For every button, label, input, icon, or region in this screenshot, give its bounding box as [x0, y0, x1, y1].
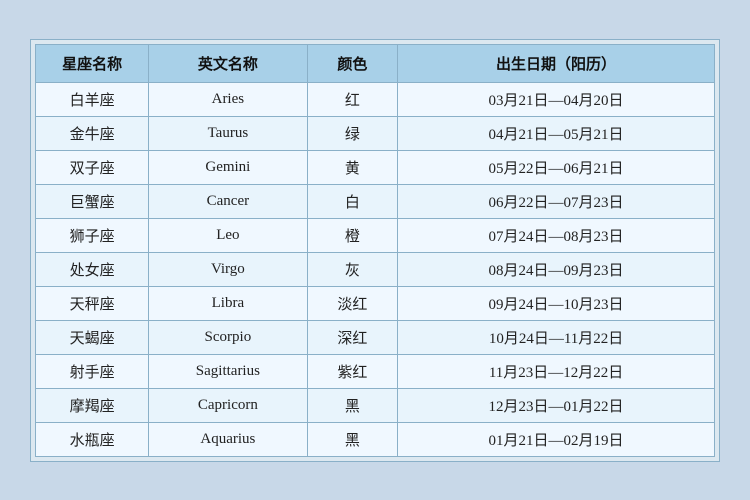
- cell-chinese-name: 白羊座: [36, 82, 149, 116]
- table-row: 双子座Gemini黄05月22日—06月21日: [36, 150, 715, 184]
- cell-date: 11月23日—12月22日: [398, 354, 715, 388]
- table-row: 狮子座Leo橙07月24日—08月23日: [36, 218, 715, 252]
- cell-english-name: Cancer: [149, 184, 307, 218]
- header-chinese-name: 星座名称: [36, 44, 149, 82]
- cell-date: 07月24日—08月23日: [398, 218, 715, 252]
- cell-english-name: Capricorn: [149, 388, 307, 422]
- table-row: 水瓶座Aquarius黑01月21日—02月19日: [36, 422, 715, 456]
- cell-chinese-name: 天蝎座: [36, 320, 149, 354]
- cell-chinese-name: 摩羯座: [36, 388, 149, 422]
- cell-date: 04月21日—05月21日: [398, 116, 715, 150]
- table-row: 金牛座Taurus绿04月21日—05月21日: [36, 116, 715, 150]
- cell-english-name: Virgo: [149, 252, 307, 286]
- cell-chinese-name: 水瓶座: [36, 422, 149, 456]
- cell-chinese-name: 处女座: [36, 252, 149, 286]
- cell-english-name: Libra: [149, 286, 307, 320]
- table-row: 天秤座Libra淡红09月24日—10月23日: [36, 286, 715, 320]
- header-color: 颜色: [307, 44, 398, 82]
- cell-english-name: Aries: [149, 82, 307, 116]
- cell-chinese-name: 巨蟹座: [36, 184, 149, 218]
- cell-date: 08月24日—09月23日: [398, 252, 715, 286]
- table-body: 白羊座Aries红03月21日—04月20日金牛座Taurus绿04月21日—0…: [36, 82, 715, 456]
- cell-chinese-name: 狮子座: [36, 218, 149, 252]
- cell-date: 09月24日—10月23日: [398, 286, 715, 320]
- cell-date: 12月23日—01月22日: [398, 388, 715, 422]
- cell-english-name: Leo: [149, 218, 307, 252]
- cell-english-name: Scorpio: [149, 320, 307, 354]
- table-row: 射手座Sagittarius紫红11月23日—12月22日: [36, 354, 715, 388]
- header-english-name: 英文名称: [149, 44, 307, 82]
- cell-english-name: Sagittarius: [149, 354, 307, 388]
- table-row: 白羊座Aries红03月21日—04月20日: [36, 82, 715, 116]
- cell-english-name: Taurus: [149, 116, 307, 150]
- cell-date: 05月22日—06月21日: [398, 150, 715, 184]
- cell-chinese-name: 天秤座: [36, 286, 149, 320]
- cell-date: 06月22日—07月23日: [398, 184, 715, 218]
- table-row: 处女座Virgo灰08月24日—09月23日: [36, 252, 715, 286]
- cell-english-name: Aquarius: [149, 422, 307, 456]
- zodiac-table: 星座名称 英文名称 颜色 出生日期（阳历） 白羊座Aries红03月21日—04…: [35, 44, 715, 457]
- cell-chinese-name: 金牛座: [36, 116, 149, 150]
- table-header-row: 星座名称 英文名称 颜色 出生日期（阳历）: [36, 44, 715, 82]
- cell-color: 橙: [307, 218, 398, 252]
- cell-chinese-name: 射手座: [36, 354, 149, 388]
- cell-color: 红: [307, 82, 398, 116]
- header-date: 出生日期（阳历）: [398, 44, 715, 82]
- cell-english-name: Gemini: [149, 150, 307, 184]
- zodiac-table-container: 星座名称 英文名称 颜色 出生日期（阳历） 白羊座Aries红03月21日—04…: [30, 39, 720, 462]
- cell-color: 灰: [307, 252, 398, 286]
- cell-chinese-name: 双子座: [36, 150, 149, 184]
- cell-color: 淡红: [307, 286, 398, 320]
- cell-date: 01月21日—02月19日: [398, 422, 715, 456]
- cell-color: 黄: [307, 150, 398, 184]
- cell-color: 深红: [307, 320, 398, 354]
- cell-date: 10月24日—11月22日: [398, 320, 715, 354]
- cell-color: 黑: [307, 388, 398, 422]
- cell-color: 绿: [307, 116, 398, 150]
- cell-color: 紫红: [307, 354, 398, 388]
- table-row: 巨蟹座Cancer白06月22日—07月23日: [36, 184, 715, 218]
- cell-date: 03月21日—04月20日: [398, 82, 715, 116]
- cell-color: 黑: [307, 422, 398, 456]
- table-row: 天蝎座Scorpio深红10月24日—11月22日: [36, 320, 715, 354]
- cell-color: 白: [307, 184, 398, 218]
- table-row: 摩羯座Capricorn黑12月23日—01月22日: [36, 388, 715, 422]
